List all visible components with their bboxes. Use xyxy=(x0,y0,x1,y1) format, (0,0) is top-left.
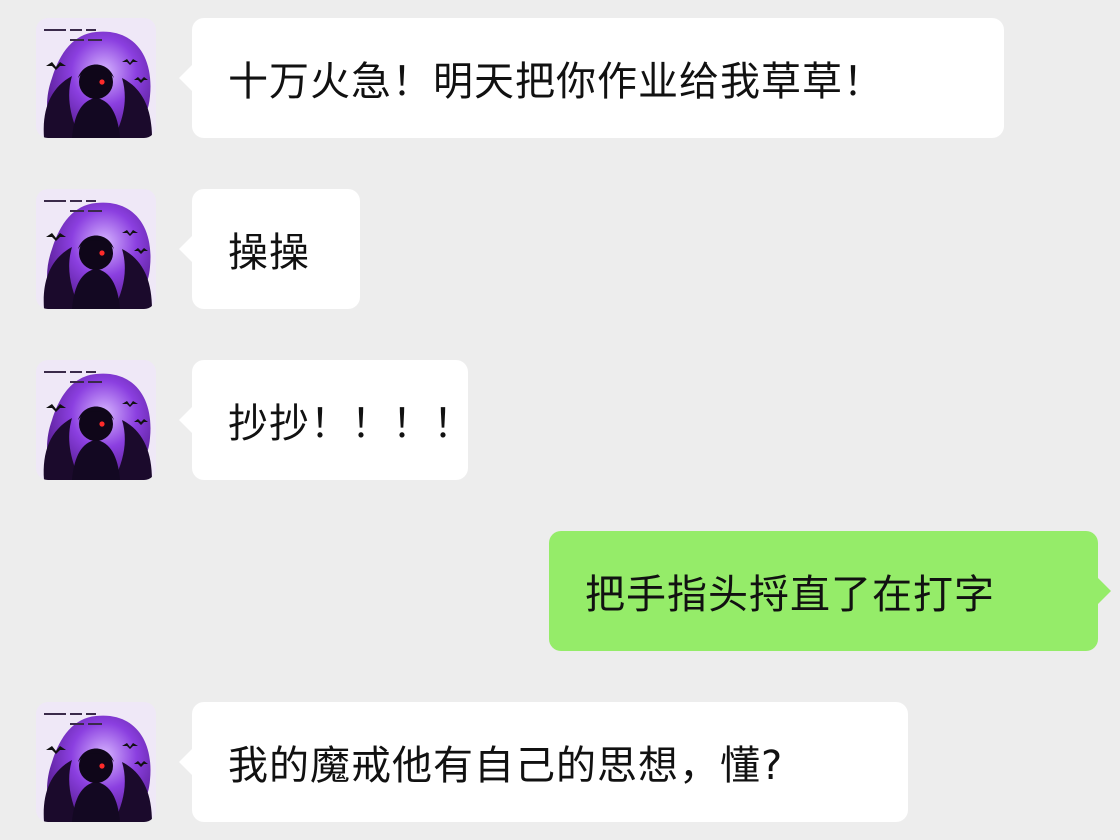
chat-area: 十万火急！明天把你作业给我草草！ 操操 抄抄！！！！ 把手指头捋直了在打字 我的… xyxy=(0,0,1120,840)
incoming-message-bubble[interactable]: 十万火急！明天把你作业给我草草！ xyxy=(179,18,1004,138)
contact-avatar[interactable] xyxy=(36,189,156,309)
incoming-message-bubble[interactable]: 我的魔戒他有自己的思想，懂? xyxy=(179,702,908,822)
avatar-icon xyxy=(36,360,156,480)
contact-avatar[interactable] xyxy=(36,18,156,138)
message-text: 我的魔戒他有自己的思想，懂? xyxy=(228,743,784,789)
message-text: 十万火急！明天把你作业给我草草！ xyxy=(228,59,884,105)
contact-avatar[interactable] xyxy=(36,360,156,480)
avatar-icon xyxy=(36,18,156,138)
incoming-message-bubble[interactable]: 抄抄！！！！ xyxy=(179,360,473,480)
avatar-icon xyxy=(36,189,156,309)
message-text: 抄抄！！！！ xyxy=(228,401,474,447)
message-text: 把手指头捋直了在打字 xyxy=(585,572,995,618)
avatar-icon xyxy=(36,702,156,822)
incoming-message-bubble[interactable]: 操操 xyxy=(179,189,360,309)
outgoing-message-bubble[interactable]: 把手指头捋直了在打字 xyxy=(549,531,1111,651)
contact-avatar[interactable] xyxy=(36,702,156,822)
message-text: 操操 xyxy=(228,230,310,276)
